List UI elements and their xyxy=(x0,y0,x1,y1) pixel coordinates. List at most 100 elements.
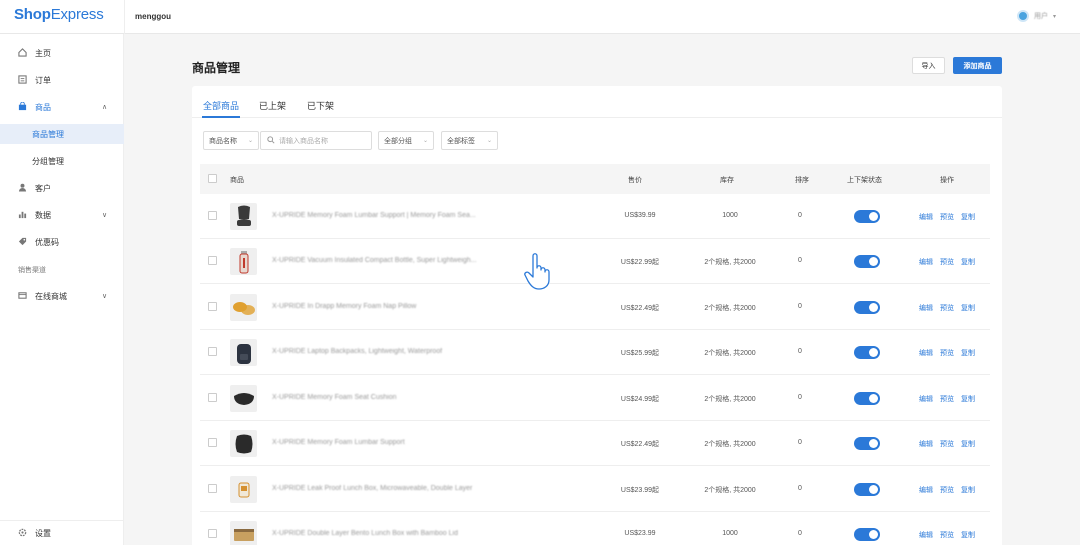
product-sort[interactable]: 0 xyxy=(780,485,820,492)
product-sort[interactable]: 0 xyxy=(780,303,820,310)
product-sort[interactable]: 0 xyxy=(780,394,820,401)
sidebar-item-customers[interactable]: 客户 xyxy=(0,178,124,198)
row-checkbox[interactable] xyxy=(208,484,217,493)
sidebar-section-sales-channels: 销售渠道 xyxy=(18,267,46,274)
listing-status-toggle[interactable] xyxy=(854,483,880,496)
edit-link[interactable]: 编辑 xyxy=(919,303,933,313)
lunchbox-icon[interactable] xyxy=(230,476,257,503)
search-input[interactable]: 请输入商品名称 xyxy=(260,131,372,150)
select-all-checkbox[interactable] xyxy=(208,174,217,183)
bottle-icon[interactable] xyxy=(230,248,257,275)
tab-on-shelf[interactable]: 已上架 xyxy=(259,99,286,112)
pillow-icon[interactable] xyxy=(230,294,257,321)
preview-link[interactable]: 预览 xyxy=(940,485,954,495)
avatar[interactable] xyxy=(1016,10,1029,22)
preview-link[interactable]: 预览 xyxy=(940,257,954,267)
product-name[interactable]: X-UPRIDE In Drapp Memory Foam Nap Pillow xyxy=(272,303,502,310)
product-name[interactable]: X-UPRIDE Laptop Backpacks, Lightweight, … xyxy=(272,348,502,355)
edit-link[interactable]: 编辑 xyxy=(919,530,933,540)
cushion-icon[interactable] xyxy=(230,385,257,412)
chevron-up-icon[interactable]: ∧ xyxy=(102,103,107,111)
row-checkbox[interactable] xyxy=(208,211,217,220)
sidebar-item-products[interactable]: 商品 ∧ xyxy=(0,97,124,117)
edit-link[interactable]: 编辑 xyxy=(919,212,933,222)
lumbar-icon[interactable] xyxy=(230,430,257,457)
group-select[interactable]: 全部分组 ⌄ xyxy=(378,131,434,150)
import-button[interactable]: 导入 xyxy=(912,57,945,74)
edit-link[interactable]: 编辑 xyxy=(919,348,933,358)
tab-all-products[interactable]: 全部商品 xyxy=(203,99,239,112)
bento-icon[interactable] xyxy=(230,521,257,545)
preview-link[interactable]: 预览 xyxy=(940,394,954,404)
chevron-down-icon: ⌄ xyxy=(422,138,428,144)
chevron-down-icon[interactable]: ▾ xyxy=(1053,13,1056,20)
product-name[interactable]: X-UPRIDE Double Layer Bento Lunch Box wi… xyxy=(272,530,502,537)
copy-link[interactable]: 复制 xyxy=(961,530,975,540)
edit-link[interactable]: 编辑 xyxy=(919,257,933,267)
preview-link[interactable]: 预览 xyxy=(940,439,954,449)
sidebar-item-data[interactable]: 数据 ∨ xyxy=(0,205,124,225)
product-name[interactable]: X-UPRIDE Vacuum Insulated Compact Bottle… xyxy=(272,257,502,264)
seat-icon[interactable] xyxy=(230,203,257,230)
copy-link[interactable]: 复制 xyxy=(961,439,975,449)
copy-link[interactable]: 复制 xyxy=(961,348,975,358)
preview-link[interactable]: 预览 xyxy=(940,303,954,313)
add-product-button[interactable]: 添加商品 xyxy=(953,57,1002,74)
chevron-down-icon[interactable]: ∨ xyxy=(102,211,107,219)
tag-select[interactable]: 全部标签 ⌄ xyxy=(441,131,498,150)
copy-link[interactable]: 复制 xyxy=(961,212,975,222)
product-stock: 2个规格, 共2000 xyxy=(704,396,756,403)
listing-status-toggle[interactable] xyxy=(854,255,880,268)
product-sort[interactable]: 0 xyxy=(780,348,820,355)
sidebar-item-online-store[interactable]: 在线商城 ∨ xyxy=(0,286,124,306)
user-name[interactable]: 用户 xyxy=(1034,11,1048,21)
product-name[interactable]: X-UPRIDE Memory Foam Lumbar Support | Me… xyxy=(272,212,502,219)
row-checkbox[interactable] xyxy=(208,438,217,447)
listing-status-toggle[interactable] xyxy=(854,437,880,450)
product-name[interactable]: X-UPRIDE Memory Foam Lumbar Support xyxy=(272,439,502,446)
copy-link[interactable]: 复制 xyxy=(961,303,975,313)
product-stock: 2个规格, 共2000 xyxy=(704,305,756,312)
tab-off-shelf[interactable]: 已下架 xyxy=(307,99,334,112)
listing-status-toggle[interactable] xyxy=(854,210,880,223)
sidebar-item-orders[interactable]: 订单 xyxy=(0,70,124,90)
preview-link[interactable]: 预览 xyxy=(940,348,954,358)
listing-status-toggle[interactable] xyxy=(854,301,880,314)
top-bar: ShopExpress menggou 用户 ▾ xyxy=(0,0,1080,34)
row-checkbox[interactable] xyxy=(208,347,217,356)
row-checkbox[interactable] xyxy=(208,393,217,402)
sidebar-item-group-management[interactable]: 分组管理 xyxy=(0,151,124,171)
user-menu[interactable]: 用户 ▾ xyxy=(1016,10,1056,22)
row-checkbox[interactable] xyxy=(208,302,217,311)
field-select[interactable]: 商品名称 ⌄ xyxy=(203,131,259,150)
product-name[interactable]: X-UPRIDE Leak Proof Lunch Box, Microwave… xyxy=(272,485,502,492)
edit-link[interactable]: 编辑 xyxy=(919,394,933,404)
product-sort[interactable]: 0 xyxy=(780,530,820,537)
sidebar-footer: 设置 xyxy=(0,520,124,544)
listing-status-toggle[interactable] xyxy=(854,346,880,359)
chart-icon xyxy=(18,210,27,219)
sidebar-item-coupons[interactable]: 优惠码 xyxy=(0,232,124,252)
copy-link[interactable]: 复制 xyxy=(961,485,975,495)
backpack-icon[interactable] xyxy=(230,339,257,366)
sidebar-item-home[interactable]: 主页 xyxy=(0,43,124,63)
edit-link[interactable]: 编辑 xyxy=(919,439,933,449)
edit-link[interactable]: 编辑 xyxy=(919,485,933,495)
product-sort[interactable]: 0 xyxy=(780,439,820,446)
sidebar-item-settings[interactable]: 设置 xyxy=(0,523,124,543)
copy-link[interactable]: 复制 xyxy=(961,257,975,267)
sidebar-item-label: 主页 xyxy=(35,48,51,58)
copy-link[interactable]: 复制 xyxy=(961,394,975,404)
app-logo[interactable]: ShopExpress xyxy=(14,6,104,23)
row-checkbox[interactable] xyxy=(208,529,217,538)
row-checkbox[interactable] xyxy=(208,256,217,265)
listing-status-toggle[interactable] xyxy=(854,528,880,541)
chevron-down-icon[interactable]: ∨ xyxy=(102,292,107,300)
product-sort[interactable]: 0 xyxy=(780,212,820,219)
sidebar-item-product-management[interactable]: 商品管理 xyxy=(0,124,124,144)
listing-status-toggle[interactable] xyxy=(854,392,880,405)
product-sort[interactable]: 0 xyxy=(780,257,820,264)
preview-link[interactable]: 预览 xyxy=(940,530,954,540)
preview-link[interactable]: 预览 xyxy=(940,212,954,222)
product-name[interactable]: X-UPRIDE Memory Foam Seat Cushion xyxy=(272,394,502,401)
